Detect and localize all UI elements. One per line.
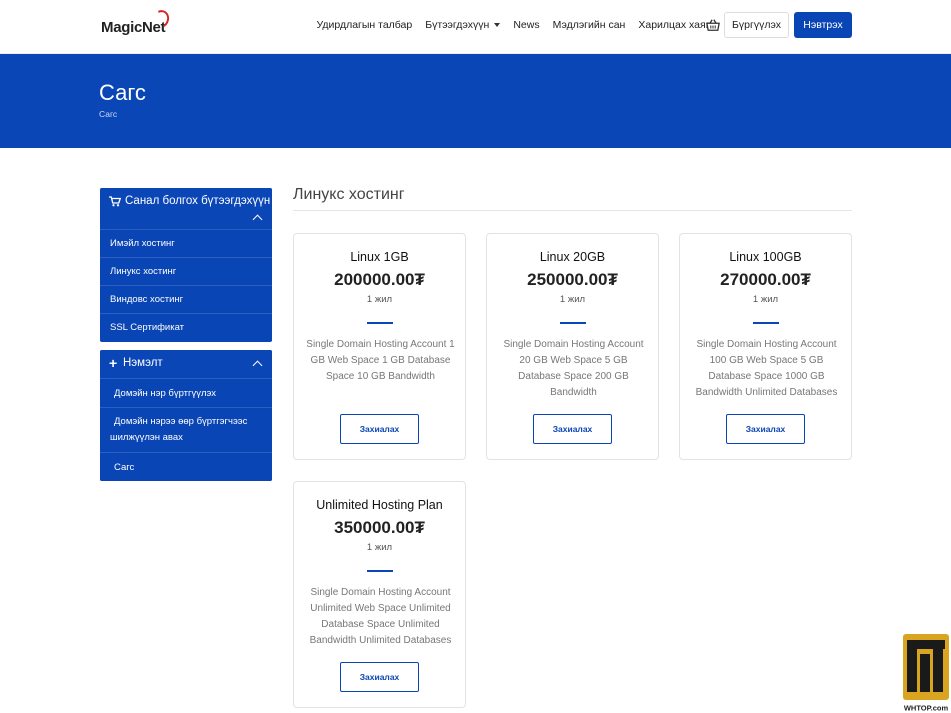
login-button[interactable]: Нэвтрэх bbox=[794, 12, 852, 38]
section-title: Линукс хостинг bbox=[293, 186, 405, 203]
logo[interactable]: MagicNet bbox=[101, 7, 172, 40]
product-name: Linux 1GB bbox=[350, 250, 409, 264]
main-nav: Удирдлагын талбар Бүтээгдэхүүн News Мэдл… bbox=[310, 0, 716, 50]
product-description: Single Domain Hosting Account 20 GB Web … bbox=[503, 339, 644, 398]
page-title: Сагс bbox=[99, 80, 146, 105]
sidebar-item-ssl[interactable]: SSL Сертификат bbox=[100, 313, 272, 341]
sidebar-categories-title: Санал болгох бүтээгдэхүүн bbox=[125, 195, 271, 207]
product-description: Single Domain Hosting Account Unlimited … bbox=[309, 587, 452, 646]
cart-icon bbox=[109, 196, 121, 207]
sidebar-categories-header[interactable]: Санал болгох бүтээгдэхүүн bbox=[100, 188, 272, 229]
whtop-watermark-logo: WHTOP.com bbox=[901, 634, 951, 713]
watermark-text: WHTOP.com bbox=[904, 704, 949, 713]
product-cycle: 1 жил bbox=[366, 542, 393, 553]
nav-label: Харилцах хаяг bbox=[638, 19, 710, 31]
order-button[interactable]: Захиалах bbox=[726, 414, 805, 444]
sidebar-item-label: Имэйл хостинг bbox=[110, 238, 175, 249]
product-cycle: 1 жил bbox=[559, 294, 586, 305]
product-name: Linux 20GB bbox=[539, 250, 606, 264]
sidebar-extras-title: Нэмэлт bbox=[123, 357, 163, 369]
divider bbox=[293, 210, 852, 211]
product-name: Unlimited Hosting Plan bbox=[316, 498, 443, 512]
sidebar-item-transfer-domain[interactable]: Домэйн нэрээ өөр бүртгэгчээс шилжүүлэн а… bbox=[100, 407, 272, 452]
nav-label: Бүтээгдэхүүн bbox=[425, 19, 490, 31]
product-price: 270000.00₮ bbox=[720, 270, 811, 289]
nav-item-contact[interactable]: Харилцах хаяг bbox=[632, 19, 716, 31]
plus-icon: + bbox=[109, 355, 118, 371]
sidebar-item-label: Домэйн нэр бүртгүүлэх bbox=[114, 387, 217, 399]
product-cycle: 1 жил bbox=[752, 294, 779, 305]
order-button[interactable]: Захиалах bbox=[340, 662, 419, 692]
sidebar-item-linux-hosting[interactable]: Линукс хостинг bbox=[100, 257, 272, 285]
sidebar-categories-panel: Санал болгох бүтээгдэхүүн Имэйл хостинг … bbox=[100, 188, 272, 342]
nav-label: Мэдлэгийн сан bbox=[552, 19, 626, 31]
top-navbar: MagicNet Удирдлагын талбар Бүтээгдэхүүн … bbox=[0, 0, 951, 54]
nav-item-dashboard[interactable]: Удирдлагын талбар bbox=[310, 19, 419, 31]
nav-label: News bbox=[513, 19, 540, 31]
product-description: Single Domain Hosting Account 100 GB Web… bbox=[695, 339, 838, 398]
order-button[interactable]: Захиалах bbox=[533, 414, 612, 444]
page-banner: Сагс Сагс bbox=[0, 54, 951, 148]
sidebar-item-register-domain[interactable]: Домэйн нэр бүртгүүлэх bbox=[100, 378, 272, 407]
sidebar-item-windows-hosting[interactable]: Виндовс хостинг bbox=[100, 285, 272, 313]
product-price: 350000.00₮ bbox=[334, 518, 425, 537]
sidebar-extras-header[interactable]: + Нэмэлт bbox=[100, 350, 272, 378]
product-name: Linux 100GB bbox=[729, 250, 802, 264]
nav-item-knowledgebase[interactable]: Мэдлэгийн сан bbox=[546, 19, 632, 31]
sidebar-item-label: Виндовс хостинг bbox=[110, 294, 184, 305]
nav-item-news[interactable]: News bbox=[507, 19, 546, 31]
divider bbox=[367, 322, 393, 324]
product-description: Single Domain Hosting Account 1 GB Web S… bbox=[306, 339, 455, 382]
sidebar-item-label: Линукс хостинг bbox=[110, 266, 177, 277]
register-button[interactable]: Бүргүүлэх bbox=[724, 12, 789, 38]
sidebar-extras-panel: + Нэмэлт Домэйн нэр бүртгүүлэх Домэйн нэ… bbox=[100, 350, 272, 481]
basket-icon[interactable] bbox=[706, 18, 720, 32]
divider bbox=[367, 570, 393, 572]
sidebar-item-label: Сагс bbox=[114, 461, 135, 473]
nav-label: Удирдлагын талбар bbox=[316, 19, 413, 31]
chevron-up-icon bbox=[252, 360, 263, 371]
product-price: 250000.00₮ bbox=[527, 270, 618, 289]
sidebar-item-email-hosting[interactable]: Имэйл хостинг bbox=[100, 229, 272, 257]
sidebar-item-label: Домэйн нэрээ өөр бүртгэгчээс шилжүүлэн а… bbox=[110, 416, 248, 443]
product-card: Linux 1GB 200000.00₮ 1 жил Single Domain… bbox=[293, 233, 466, 460]
chevron-up-icon bbox=[252, 214, 263, 225]
breadcrumb[interactable]: Сагс bbox=[99, 109, 117, 119]
product-card: Linux 20GB 250000.00₮ 1 жил Single Domai… bbox=[486, 233, 659, 460]
product-card: Unlimited Hosting Plan 350000.00₮ 1 жил … bbox=[293, 481, 466, 708]
product-cycle: 1 жил bbox=[366, 294, 393, 305]
nav-item-products[interactable]: Бүтээгдэхүүн bbox=[419, 19, 507, 31]
sidebar-item-cart[interactable]: Сагс bbox=[100, 452, 272, 481]
product-card: Linux 100GB 270000.00₮ 1 жил Single Doma… bbox=[679, 233, 852, 460]
divider bbox=[560, 322, 586, 324]
product-price: 200000.00₮ bbox=[334, 270, 425, 289]
divider bbox=[753, 322, 779, 324]
sidebar-item-label: SSL Сертификат bbox=[110, 322, 185, 333]
caret-down-icon bbox=[494, 23, 501, 27]
order-button[interactable]: Захиалах bbox=[340, 414, 419, 444]
